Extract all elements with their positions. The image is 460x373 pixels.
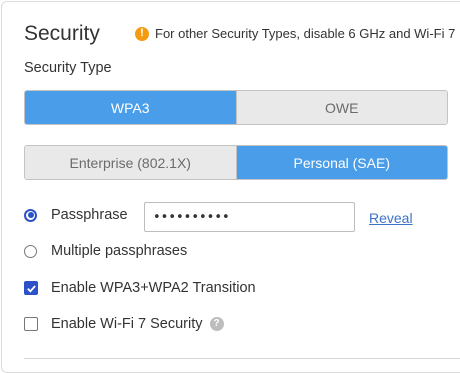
- wpa3-wpa2-transition-label: Enable WPA3+WPA2 Transition: [51, 280, 256, 296]
- passphrase-radio[interactable]: [24, 208, 37, 222]
- auth-enterprise-button[interactable]: Enterprise (802.1X): [25, 146, 236, 179]
- wpa3-wpa2-transition-option[interactable]: Enable WPA3+WPA2 Transition: [24, 280, 256, 296]
- security-type-label: Security Type: [24, 60, 112, 76]
- wifi7-security-option[interactable]: Enable Wi-Fi 7 Security ?: [24, 316, 224, 332]
- passphrase-label: Passphrase: [51, 207, 128, 223]
- multiple-passphrases-radio[interactable]: [24, 244, 37, 258]
- passphrase-input[interactable]: [144, 202, 355, 232]
- passphrase-option[interactable]: Passphrase: [24, 207, 128, 223]
- security-panel: Security ! For other Security Types, dis…: [1, 1, 460, 373]
- section-title: Security: [24, 22, 100, 45]
- security-notice: ! For other Security Types, disable 6 GH…: [135, 26, 455, 41]
- security-type-owe-button[interactable]: OWE: [235, 91, 447, 124]
- multiple-passphrases-option[interactable]: Multiple passphrases: [24, 243, 187, 259]
- multiple-passphrases-label: Multiple passphrases: [51, 243, 188, 259]
- wifi7-security-label: Enable Wi-Fi 7 Security: [51, 316, 203, 332]
- wpa3-wpa2-transition-checkbox[interactable]: [24, 281, 38, 295]
- checkmark-icon: [26, 284, 36, 293]
- warning-icon: !: [135, 26, 149, 41]
- wifi7-security-checkbox[interactable]: [24, 317, 38, 331]
- reveal-link[interactable]: Reveal: [369, 210, 413, 226]
- auth-personal-button[interactable]: Personal (SAE): [235, 146, 447, 179]
- security-type-wpa3-button[interactable]: WPA3: [25, 91, 236, 124]
- security-type-toggle: WPA3 OWE: [24, 90, 448, 125]
- auth-mode-toggle: Enterprise (802.1X) Personal (SAE): [24, 145, 448, 180]
- help-icon[interactable]: ?: [209, 317, 224, 331]
- notice-text: For other Security Types, disable 6 GHz …: [155, 26, 456, 41]
- section-divider: [24, 358, 460, 359]
